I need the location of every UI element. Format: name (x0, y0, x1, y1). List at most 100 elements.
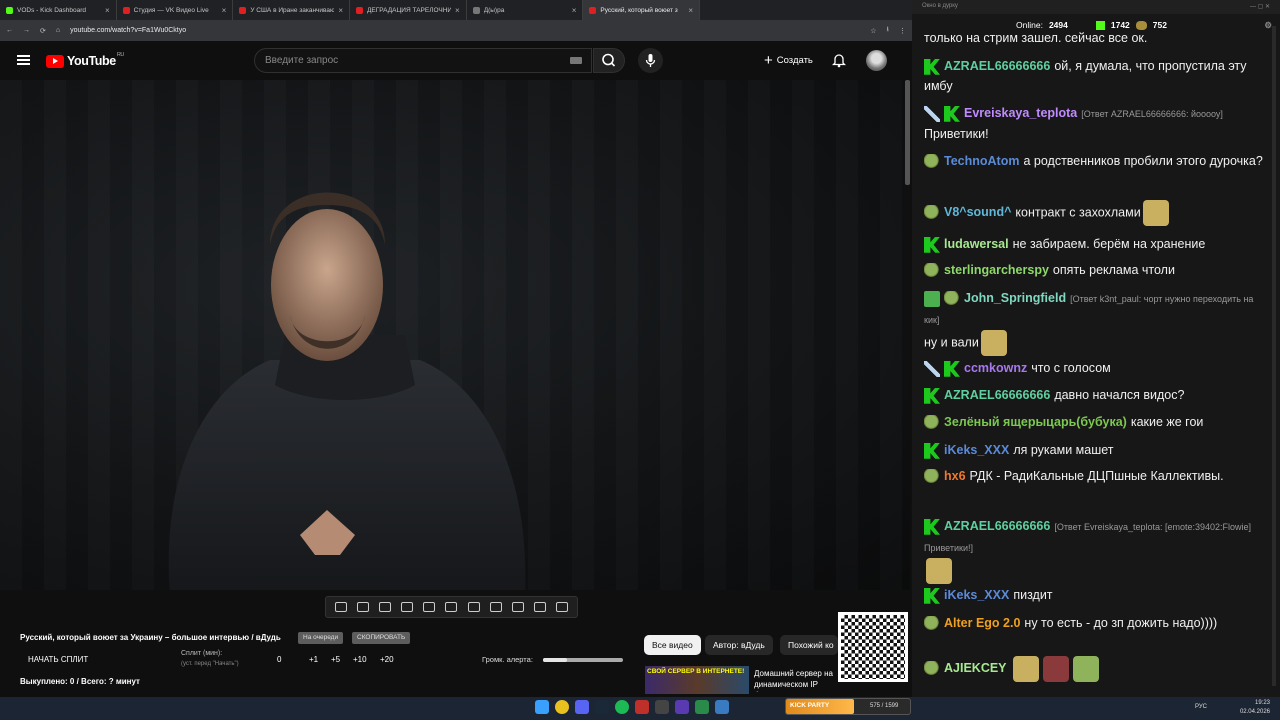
bookmark-star-icon[interactable]: ☆ (870, 27, 876, 35)
chat-username[interactable]: John_Springfield (964, 291, 1066, 305)
chat-username[interactable]: hx6 (944, 469, 966, 483)
split-add-20-button[interactable]: +20 (380, 655, 394, 664)
telegram-icon[interactable] (715, 700, 729, 714)
voice-search-button[interactable] (638, 48, 663, 73)
youtube-region: RU (116, 52, 125, 58)
window-controls[interactable]: — ▢ ✕ (1250, 3, 1270, 11)
windows-start-icon[interactable] (535, 700, 549, 714)
hamburger-menu-icon[interactable] (17, 55, 30, 65)
chip-all-videos[interactable]: Все видео (644, 635, 701, 655)
loop-icon[interactable] (335, 602, 348, 612)
browser-tab[interactable]: ДЕГРАДАЦИЯ ТАРЕЛОЧНИЦ × (350, 0, 467, 20)
browser-tab[interactable]: У США в Иране заканчиваютс × (233, 0, 351, 20)
youtube-logo[interactable]: YouTube RU (46, 52, 125, 68)
chat-username[interactable]: AZRAEL66666666 (944, 388, 1050, 402)
browser-menu-icon[interactable]: ⋮ (899, 27, 906, 35)
chat-username[interactable]: ccmkownz (964, 361, 1027, 375)
speed-icon[interactable] (467, 602, 480, 612)
gear-icon[interactable] (555, 602, 568, 612)
close-tab-icon[interactable]: × (572, 6, 577, 15)
ad-title[interactable]: Домашний сервер на динамическом IP беспл… (754, 668, 838, 692)
create-button[interactable]: + Создать (756, 49, 821, 72)
folder-icon[interactable] (695, 700, 709, 714)
pip-icon[interactable] (423, 602, 436, 612)
tab-title: VODs - Kick Dashboard (17, 6, 86, 14)
back-icon[interactable]: ← (6, 27, 13, 34)
film-icon[interactable] (401, 602, 414, 612)
queue-pill[interactable]: На очереди (298, 632, 344, 644)
start-split-button[interactable]: НАЧАТЬ СПЛИТ (28, 655, 88, 664)
close-tab-icon[interactable]: × (222, 6, 227, 15)
close-tab-icon[interactable]: × (455, 6, 460, 15)
chat-username[interactable]: iKeks_XXX (944, 443, 1009, 457)
broadcast-icon[interactable] (357, 602, 370, 612)
close-tab-icon[interactable]: × (105, 6, 110, 15)
chat-username[interactable]: Зелёный ящерыцарь(бубука) (944, 415, 1127, 429)
chat-username[interactable]: iKeks_XXX (944, 588, 1009, 602)
home-icon[interactable]: ⌂ (56, 27, 60, 34)
obs-icon[interactable] (655, 700, 669, 714)
system-clock[interactable]: 19:23 02.04.2026 (1240, 699, 1270, 717)
steam-icon[interactable] (595, 700, 609, 714)
plus-icon: + (764, 51, 773, 69)
browser-tab[interactable]: Д(ы)ра × (467, 0, 584, 20)
keyboard-icon[interactable] (570, 57, 582, 64)
browser-tab[interactable]: Русский, который воюет з × (583, 0, 701, 20)
browser-tab[interactable]: Студия — VK Видео Live × (117, 0, 234, 20)
downloads-icon[interactable]: ⭳ (887, 25, 889, 36)
keyboard-language[interactable]: РУС (1195, 704, 1207, 710)
chat-username[interactable]: Evreiskaya_teplota (964, 106, 1077, 120)
account-avatar[interactable] (866, 50, 887, 71)
kick-badge-icon (944, 360, 960, 377)
chat-text: давно начался видос? (1054, 388, 1185, 402)
screenshot-icon[interactable] (511, 602, 524, 612)
media-player-icon[interactable] (675, 700, 689, 714)
split-value[interactable]: 0 (277, 655, 281, 664)
chip-similar[interactable]: Похожий ко (780, 635, 838, 655)
spotify-icon[interactable] (615, 700, 629, 714)
copy-button[interactable]: СКОПИРОВАТЬ (352, 632, 411, 644)
chat-text: ну и вали (924, 335, 979, 350)
youtube-logo-text: YouTube (67, 54, 116, 68)
chat-text: что с голосом (1031, 361, 1111, 375)
forward-icon[interactable]: → (23, 27, 30, 34)
chat-username[interactable]: AJIEKCEY (944, 661, 1007, 675)
split-add-5-button[interactable]: +5 (331, 655, 340, 664)
chat-emote-image (1072, 656, 1099, 682)
browser-tab[interactable]: VODs - Kick Dashboard × (0, 0, 117, 20)
chat-username[interactable]: AZRAEL66666666 (944, 519, 1050, 533)
chat-scrollbar[interactable] (1272, 26, 1276, 686)
split-hint: (уст. перед "Начать") (181, 661, 239, 667)
split-add-10-button[interactable]: +10 (353, 655, 367, 664)
ad-thumbnail[interactable]: СВОЙ СЕРВЕР В ИНТЕРНЕТЕ! (645, 666, 749, 694)
close-tab-icon[interactable]: × (688, 6, 693, 15)
flask-icon[interactable] (533, 602, 546, 612)
chip-author[interactable]: Автор: вДудь (705, 635, 773, 655)
chat-emote-image (980, 330, 1007, 356)
discord-icon[interactable] (575, 700, 589, 714)
page-scrollbar[interactable] (905, 80, 910, 185)
bought-minutes: Выкуплено: 0 / Всего: ? минут (20, 677, 140, 686)
split-label: Сплит (мин): (181, 650, 223, 657)
notifications-bell-icon[interactable] (832, 52, 846, 68)
chrome-icon[interactable] (555, 700, 569, 714)
frames-icon[interactable] (445, 602, 458, 612)
video-player[interactable] (0, 80, 910, 590)
chat-messages[interactable]: только на стрим зашел. сейчас все ок. AZR… (912, 28, 1274, 690)
chat-username[interactable]: Alter Ego 2.0 (944, 616, 1020, 630)
app-icon[interactable] (635, 700, 649, 714)
chat-username[interactable]: TechnoAtom (944, 154, 1019, 168)
search-button[interactable] (593, 48, 625, 73)
stream-icon[interactable] (379, 602, 392, 612)
microphone-icon (645, 54, 656, 67)
chat-username[interactable]: sterlingarcherspy (944, 263, 1049, 277)
url-input[interactable]: youtube.com/watch?v=Fa1Wu0Cktyo (70, 27, 860, 34)
chat-username[interactable]: ludawersal (944, 237, 1009, 251)
chat-username[interactable]: V8^sound^ (944, 205, 1011, 219)
reload-icon[interactable]: ⟳ (40, 27, 46, 35)
close-tab-icon[interactable]: × (338, 6, 343, 15)
search-input[interactable]: Введите запрос (254, 48, 592, 73)
add-clip-icon[interactable] (489, 602, 502, 612)
chat-username[interactable]: AZRAEL66666666 (944, 59, 1050, 73)
split-add-1-button[interactable]: +1 (309, 655, 318, 664)
